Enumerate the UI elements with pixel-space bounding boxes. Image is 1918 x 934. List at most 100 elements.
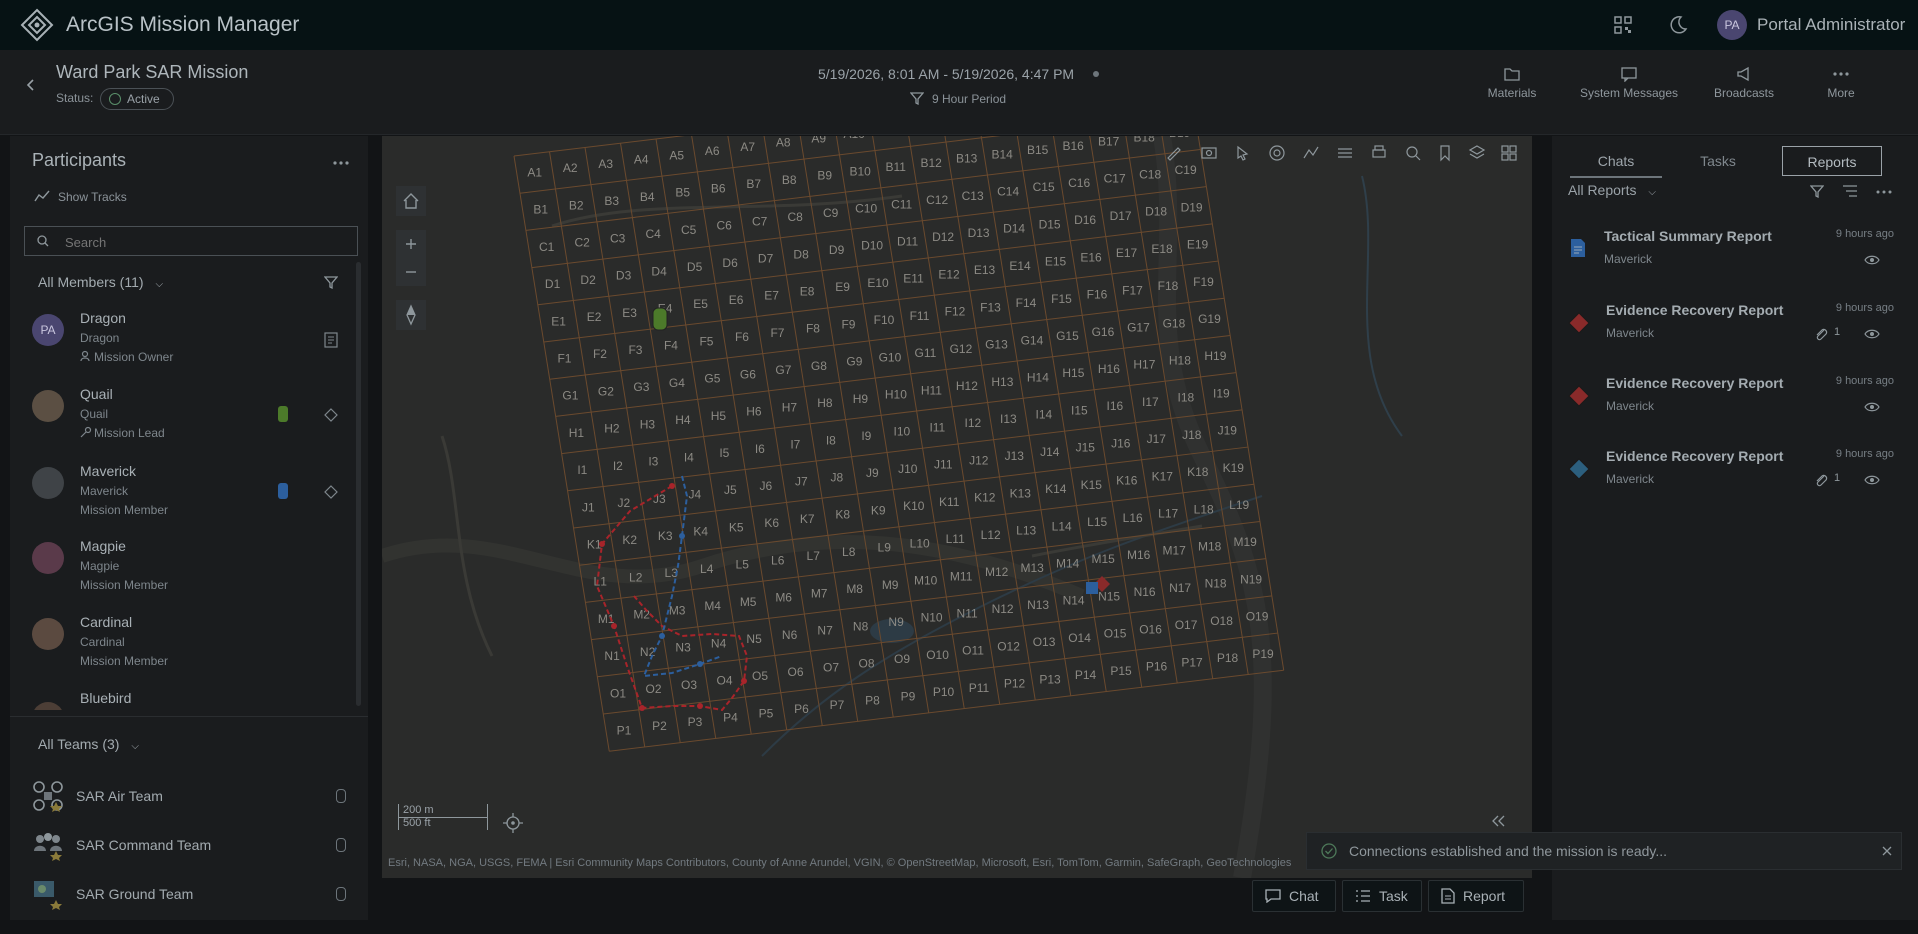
grid-cell-label[interactable]: F5 xyxy=(699,334,713,348)
grid-cell-label[interactable]: D14 xyxy=(1003,222,1025,236)
team-row-sar-ground-team[interactable]: SAR Ground Team xyxy=(30,874,360,914)
grid-cell-label[interactable]: I12 xyxy=(964,416,981,430)
grid-cell-label[interactable]: J7 xyxy=(795,475,808,489)
print-tool-icon[interactable] xyxy=(1370,144,1388,162)
grid-cell-label[interactable]: C8 xyxy=(787,210,803,224)
grid-cell-label[interactable]: L8 xyxy=(842,545,856,559)
grid-cell-label[interactable]: M13 xyxy=(1020,561,1044,575)
grid-cell-label[interactable]: B6 xyxy=(711,181,726,195)
grid-cell-label[interactable]: E6 xyxy=(729,293,744,307)
grid-cell-label[interactable]: B12 xyxy=(920,156,942,170)
grid-cell-label[interactable]: G18 xyxy=(1163,316,1186,330)
measure-tool-icon[interactable] xyxy=(1200,144,1218,162)
grid-cell-label[interactable]: C7 xyxy=(752,214,768,228)
grid-cell-label[interactable]: B2 xyxy=(569,198,584,212)
grid-cell-label[interactable]: O6 xyxy=(788,665,804,679)
grid-cell-label[interactable]: O4 xyxy=(717,673,733,687)
grid-cell-label[interactable]: G4 xyxy=(669,376,685,390)
grid-cell-label[interactable]: O10 xyxy=(926,648,949,662)
grid-cell-label[interactable]: E1 xyxy=(551,314,566,328)
grid-cell-label[interactable]: H3 xyxy=(640,417,656,431)
grid-cell-label[interactable]: E5 xyxy=(693,297,708,311)
grid-cell-label[interactable]: B8 xyxy=(782,173,797,187)
grid-cell-label[interactable]: P4 xyxy=(723,711,738,725)
grid-cell-label[interactable]: N18 xyxy=(1205,577,1227,591)
layers-icon[interactable] xyxy=(1468,144,1486,162)
grid-cell-label[interactable]: O5 xyxy=(752,669,768,683)
grid-cell-label[interactable]: L11 xyxy=(946,532,965,546)
grid-cell-label[interactable]: P13 xyxy=(1039,672,1061,686)
reports-filter-dropdown[interactable]: All Reports ⌵ xyxy=(1568,182,1656,198)
chat-button[interactable]: Chat xyxy=(1252,880,1336,912)
materials-button[interactable]: Materials xyxy=(1480,66,1544,100)
grid-cell-label[interactable]: L14 xyxy=(1052,519,1072,533)
grid-cell-label[interactable]: J6 xyxy=(759,479,772,493)
grid-cell-label[interactable]: K13 xyxy=(1010,486,1032,500)
grid-cell-label[interactable]: G3 xyxy=(633,380,649,394)
grid-cell-label[interactable]: I6 xyxy=(755,442,765,456)
task-button[interactable]: Task xyxy=(1342,880,1422,912)
members-filter-icon[interactable] xyxy=(324,275,338,289)
user-avatar[interactable]: PA xyxy=(1717,10,1747,40)
grid-cell-label[interactable]: L13 xyxy=(1016,524,1036,538)
grid-cell-label[interactable]: E18 xyxy=(1151,242,1173,256)
grid-cell-label[interactable]: E13 xyxy=(974,263,996,277)
report-item[interactable]: Tactical Summary Report Maverick 9 hours… xyxy=(1560,222,1900,288)
grid-cell-label[interactable]: C18 xyxy=(1139,167,1161,181)
more-button[interactable]: More xyxy=(1816,66,1866,100)
grid-cell-label[interactable]: F11 xyxy=(910,309,930,323)
grid-cell-label[interactable]: D13 xyxy=(968,226,990,240)
grid-cell-label[interactable]: N17 xyxy=(1169,581,1191,595)
grid-cell-label[interactable]: P2 xyxy=(652,719,667,733)
member-row-cardinal[interactable]: Cardinal Cardinal Mission Member xyxy=(30,614,360,684)
grid-cell-label[interactable]: G5 xyxy=(704,372,720,386)
grid-cell-label[interactable]: P6 xyxy=(794,702,809,716)
team-marker-icon[interactable] xyxy=(336,838,346,852)
grid-cell-label[interactable]: G10 xyxy=(879,350,902,364)
grid-cell-label[interactable]: G2 xyxy=(598,384,614,398)
grid-cell-label[interactable]: F9 xyxy=(841,317,855,331)
grid-cell-label[interactable]: L9 xyxy=(878,541,892,555)
grid-cell-label[interactable]: I9 xyxy=(861,429,871,443)
grid-cell-label[interactable]: I14 xyxy=(1035,408,1052,422)
report-marker-icon[interactable] xyxy=(1086,582,1098,594)
grid-cell-label[interactable]: D19 xyxy=(1181,200,1203,214)
grid-cell-label[interactable]: K4 xyxy=(693,525,708,539)
grid-cell-label[interactable]: F8 xyxy=(806,322,820,336)
grid-cell-label[interactable]: O3 xyxy=(681,678,697,692)
reports-filter-icon[interactable] xyxy=(1810,184,1824,198)
grid-cell-label[interactable]: I11 xyxy=(929,420,945,434)
grid-cell-label[interactable]: K7 xyxy=(800,512,815,526)
grid-cell-label[interactable]: I17 xyxy=(1142,395,1159,409)
grid-cell-label[interactable]: B3 xyxy=(604,194,619,208)
grid-cell-label[interactable]: M10 xyxy=(914,574,938,588)
grid-cell-label[interactable]: E15 xyxy=(1045,255,1067,269)
grid-cell-label[interactable]: K8 xyxy=(835,508,850,522)
grid-cell-label[interactable]: E14 xyxy=(1009,259,1031,273)
grid-cell-label[interactable]: N4 xyxy=(711,636,727,650)
grid-cell-label[interactable]: K9 xyxy=(871,503,886,517)
grid-cell-label[interactable]: C10 xyxy=(855,202,877,216)
grid-cell-label[interactable]: G1 xyxy=(562,389,578,403)
reports-more-icon[interactable] xyxy=(1876,190,1892,194)
grid-cell-label[interactable]: K10 xyxy=(903,499,925,513)
grid-cell-label[interactable]: L4 xyxy=(700,562,714,576)
grid-cell-label[interactable]: C5 xyxy=(681,223,697,237)
grid-cell-label[interactable]: H7 xyxy=(782,400,798,414)
grid-cell-label[interactable]: M17 xyxy=(1162,544,1186,558)
grid-cell-label[interactable]: J3 xyxy=(653,492,666,506)
broadcasts-button[interactable]: Broadcasts xyxy=(1706,66,1782,100)
route-tool-icon[interactable] xyxy=(1302,144,1320,162)
grid-cell-label[interactable]: B10 xyxy=(849,164,871,178)
grid-cell-label[interactable]: D1 xyxy=(545,277,561,291)
view-eye-icon[interactable] xyxy=(1864,328,1880,340)
grid-cell-label[interactable]: H10 xyxy=(885,388,907,402)
grid-cell-label[interactable]: M14 xyxy=(1056,556,1080,570)
grid-cell-label[interactable]: A9 xyxy=(811,136,826,145)
grid-cell-label[interactable]: O12 xyxy=(997,639,1020,653)
grid-cell-label[interactable]: G13 xyxy=(985,338,1008,352)
grid-cell-label[interactable]: C1 xyxy=(539,240,555,254)
grid-cell-label[interactable]: C6 xyxy=(716,219,732,233)
grid-cell-label[interactable]: L5 xyxy=(736,558,750,572)
grid-cell-label[interactable]: J4 xyxy=(688,487,701,501)
